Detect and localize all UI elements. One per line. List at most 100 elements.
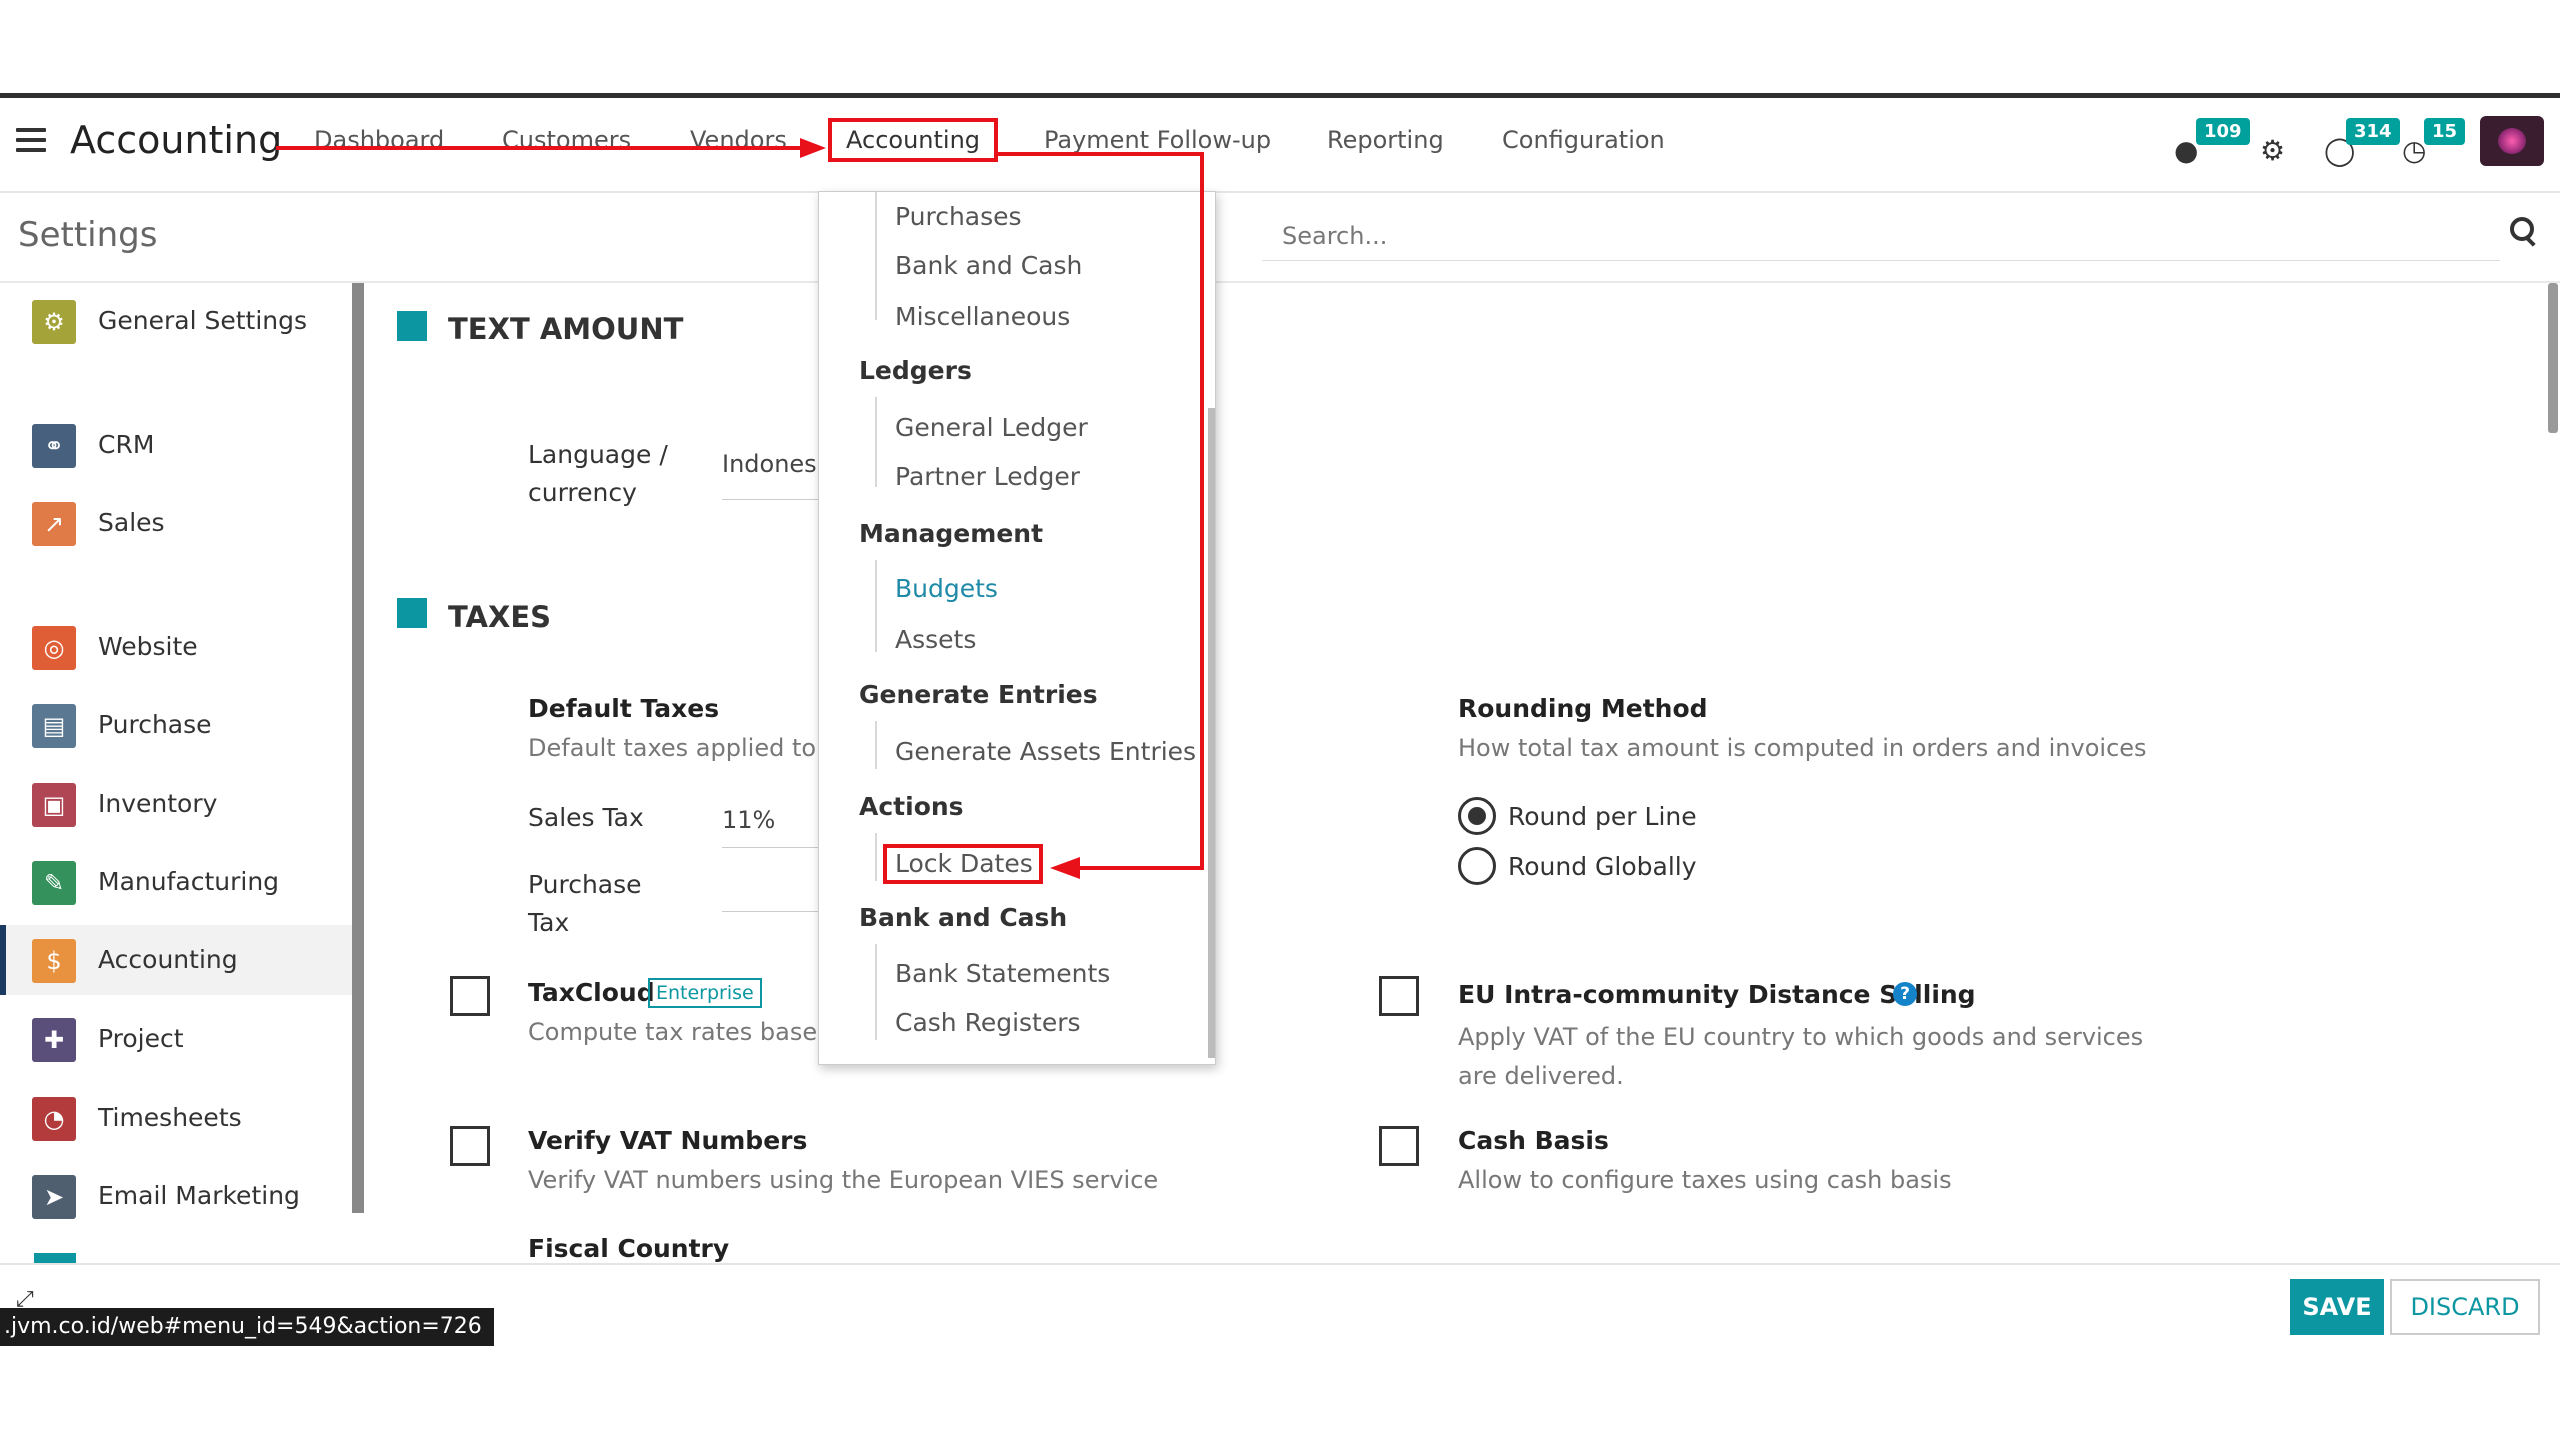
menu-item-miscellaneous[interactable]: Miscellaneous xyxy=(895,302,1070,331)
round-per-line-radio[interactable] xyxy=(1458,797,1496,835)
sidebar-item-timesheets[interactable]: ◔ Timesheets xyxy=(0,1083,352,1153)
management-header: Management xyxy=(859,519,1044,548)
clock-glyph-icon: ◷ xyxy=(2402,134,2427,167)
nav-accounting[interactable]: Accounting xyxy=(828,118,999,162)
round-per-line-label: Round per Line xyxy=(1508,802,1697,831)
sidebar-item-label: Accounting xyxy=(98,945,238,974)
sidebar-item-inventory[interactable]: ▣ Inventory xyxy=(0,769,352,839)
sidebar-scrollbar[interactable] xyxy=(352,283,364,1213)
cash-basis-title: Cash Basis xyxy=(1458,1126,1609,1155)
menu-item-assets[interactable]: Assets xyxy=(895,625,976,654)
clock-badge: 15 xyxy=(2424,118,2466,145)
text-amount-heading: TEXT AMOUNT xyxy=(448,312,684,346)
taxcloud-desc: Compute tax rates based xyxy=(528,1018,818,1046)
cash-basis-checkbox[interactable] xyxy=(1379,1126,1419,1166)
tree-line xyxy=(875,397,877,487)
nav-configuration[interactable]: Configuration xyxy=(1502,126,1665,154)
menu-item-general-ledger[interactable]: General Ledger xyxy=(895,413,1088,442)
box-icon: ▣ xyxy=(32,783,76,827)
default-taxes-desc: Default taxes applied to l xyxy=(528,734,818,762)
nav-payment-follow-up[interactable]: Payment Follow-up xyxy=(1044,126,1271,154)
purchase-tax-field[interactable] xyxy=(722,870,818,912)
nav-reporting[interactable]: Reporting xyxy=(1327,126,1444,154)
default-taxes-title: Default Taxes xyxy=(528,694,720,723)
menu-item-purchases[interactable]: Purchases xyxy=(895,202,1022,231)
activity-badge: 314 xyxy=(2346,118,2400,145)
tree-line xyxy=(875,192,877,320)
sidebar-item-email-marketing[interactable]: ➤ Email Marketing xyxy=(0,1161,352,1231)
menu-item-bank-and-cash[interactable]: Bank and Cash xyxy=(895,251,1082,280)
purchase-tax-label: Purchase Tax xyxy=(528,870,642,937)
search-icon[interactable] xyxy=(2508,215,2538,249)
sidebar-item-label: Email Marketing xyxy=(98,1181,300,1210)
dollar-icon: $ xyxy=(32,939,76,983)
handshake-icon: ⚭ xyxy=(32,424,76,468)
sidebar-item-crm[interactable]: ⚭ CRM xyxy=(0,410,352,480)
paper-plane-icon: ➤ xyxy=(32,1175,76,1219)
sidebar-item-sales[interactable]: ↗ Sales xyxy=(0,488,352,558)
language-currency-field[interactable]: Indones xyxy=(722,450,818,500)
page-scrollbar[interactable] xyxy=(2548,283,2558,433)
letterbox-top xyxy=(0,0,2560,93)
sales-tax-field[interactable]: 11% xyxy=(722,806,818,848)
cog-icon: ⚙ xyxy=(2260,134,2286,167)
eu-distance-selling-checkbox[interactable] xyxy=(1379,976,1419,1016)
breadcrumb: Settings xyxy=(18,215,158,255)
sidebar-item-project[interactable]: ✚ Project xyxy=(0,1004,352,1074)
nav-customers[interactable]: Customers xyxy=(502,126,631,154)
fiscal-country-title: Fiscal Country xyxy=(528,1234,730,1263)
tree-line xyxy=(875,944,877,1040)
sidebar-item-general-settings[interactable]: ⚙ General Settings xyxy=(0,286,352,356)
verify-vat-checkbox[interactable] xyxy=(450,1126,490,1166)
chart-icon: ↗ xyxy=(32,502,76,546)
user-avatar[interactable] xyxy=(2480,116,2544,166)
menu-item-bank-statements[interactable]: Bank Statements xyxy=(895,959,1110,988)
sidebar-item-purchase[interactable]: ▤ Purchase xyxy=(0,690,352,760)
generate-entries-header: Generate Entries xyxy=(859,680,1098,709)
sidebar-item-label: Website xyxy=(98,632,198,661)
actions-header: Actions xyxy=(859,792,964,821)
menu-item-cash-registers[interactable]: Cash Registers xyxy=(895,1008,1081,1037)
sidebar-item-accounting[interactable]: $ Accounting xyxy=(0,925,352,995)
whatsapp-icon[interactable]: ◯ 314 xyxy=(2318,118,2400,178)
sidebar-item-label: Sales xyxy=(98,508,165,537)
bank-and-cash-header: Bank and Cash xyxy=(859,903,1068,932)
wrench-icon: ✎ xyxy=(32,861,76,905)
sales-tax-label: Sales Tax xyxy=(528,803,644,832)
sidebar-item-label: General Settings xyxy=(98,306,308,335)
search-input[interactable] xyxy=(1262,211,2500,261)
menu-item-partner-ledger[interactable]: Partner Ledger xyxy=(895,462,1080,491)
round-globally-radio[interactable] xyxy=(1458,847,1496,885)
top-navbar: Accounting Dashboard Customers Vendors A… xyxy=(0,98,2560,193)
help-icon[interactable]: ? xyxy=(1893,982,1917,1006)
taxcloud-checkbox[interactable] xyxy=(450,976,490,1016)
menu-item-generate-assets-entries[interactable]: Generate Assets Entries xyxy=(895,737,1196,766)
gear-icon[interactable]: ⚙ xyxy=(2254,118,2314,178)
enterprise-badge: Enterprise xyxy=(648,978,762,1008)
gear-icon: ⚙ xyxy=(32,300,76,344)
clock-icon[interactable]: ◷ 15 xyxy=(2396,118,2466,178)
menu-item-budgets[interactable]: Budgets xyxy=(895,574,998,603)
tree-line xyxy=(875,560,877,652)
chat-icon[interactable]: ● 109 xyxy=(2168,118,2250,178)
nav-dashboard[interactable]: Dashboard xyxy=(314,126,444,154)
sidebar-item-label: Project xyxy=(98,1024,184,1053)
stopwatch-icon: ◔ xyxy=(32,1097,76,1141)
round-globally-label: Round Globally xyxy=(1508,852,1697,881)
app-title: Accounting xyxy=(70,118,283,162)
sidebar-item-website[interactable]: ◎ Website xyxy=(0,612,352,682)
menu-item-lock-dates[interactable]: Lock Dates xyxy=(895,849,1033,878)
sidebar-item-label: Manufacturing xyxy=(98,867,280,896)
card-icon: ▤ xyxy=(32,704,76,748)
taxes-heading: TAXES xyxy=(448,600,552,634)
status-url-tooltip: .jvm.co.id/web#menu_id=549&action=726 xyxy=(0,1308,494,1346)
dropdown-scrollbar[interactable] xyxy=(1208,408,1215,1058)
hamburger-icon[interactable] xyxy=(16,128,46,158)
discard-button[interactable]: DISCARD xyxy=(2390,1279,2540,1335)
sidebar-item-manufacturing[interactable]: ✎ Manufacturing xyxy=(0,847,352,917)
messages-badge: 109 xyxy=(2196,118,2250,145)
save-button[interactable]: SAVE xyxy=(2290,1279,2384,1335)
nav-vendors[interactable]: Vendors xyxy=(690,126,787,154)
rounding-method-desc: How total tax amount is computed in orde… xyxy=(1458,734,2147,762)
sidebar-item-label: Purchase xyxy=(98,710,212,739)
